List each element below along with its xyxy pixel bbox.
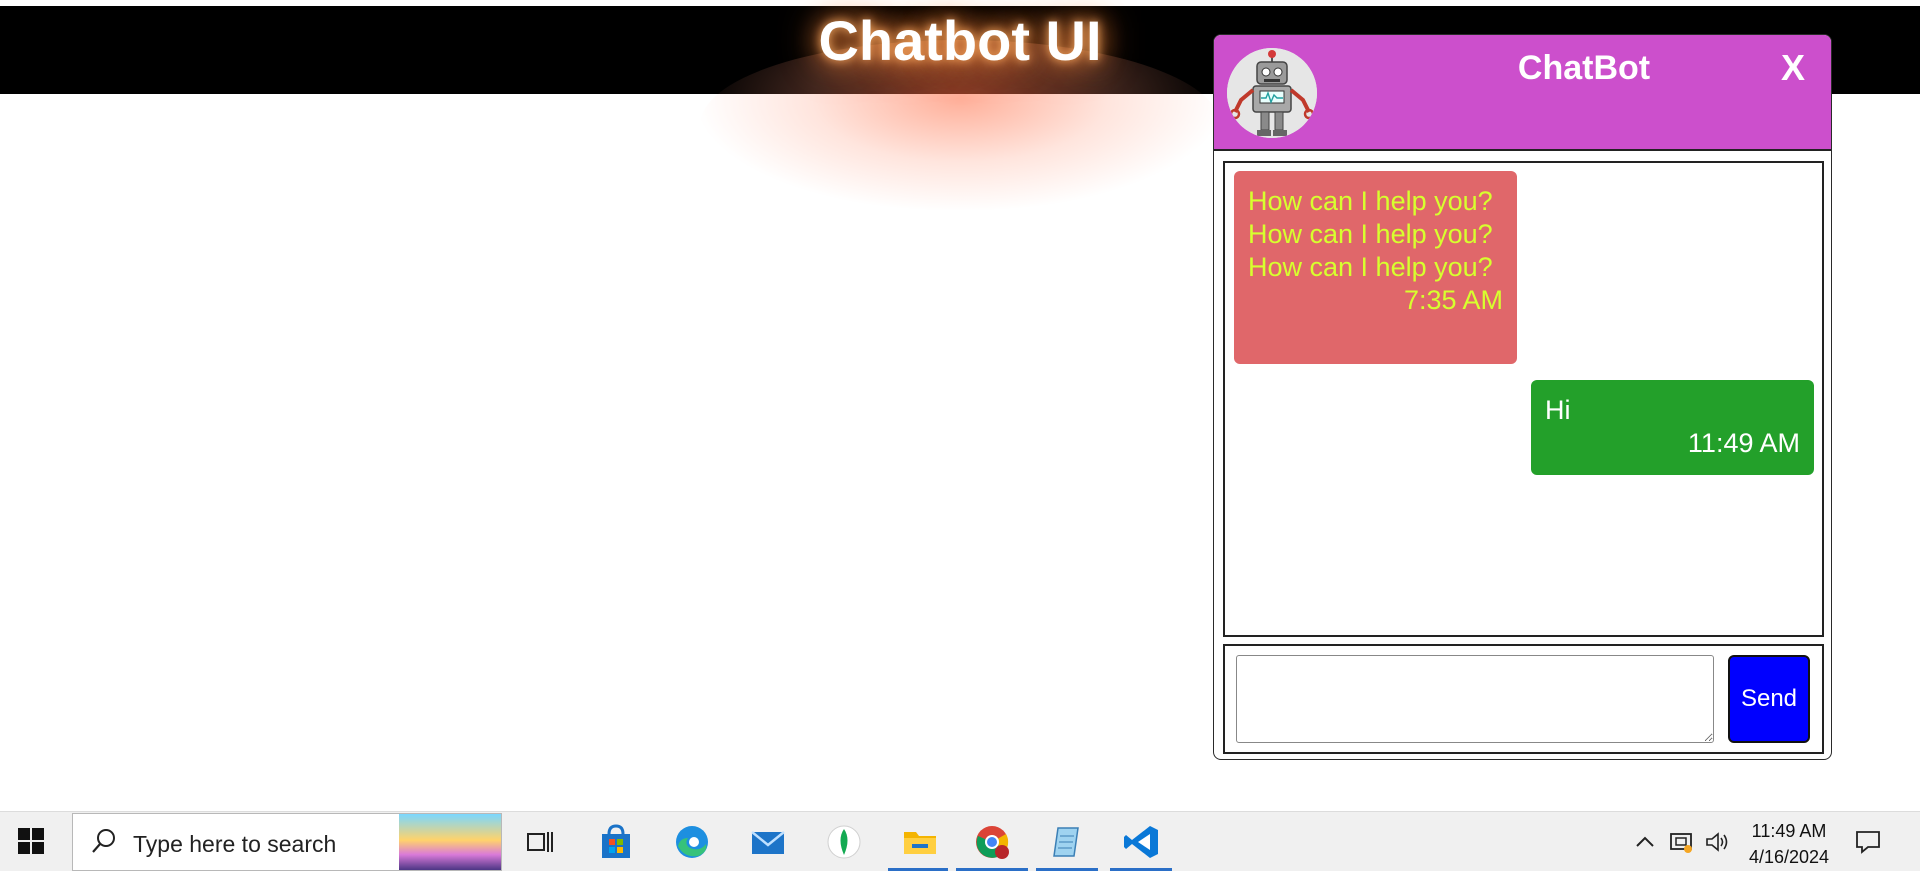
chat-header: ChatBot X [1214, 35, 1831, 151]
message-time: 7:35 AM [1403, 285, 1503, 315]
clock-date: 4/16/2024 [1748, 847, 1830, 867]
chrome-icon[interactable] [972, 822, 1012, 862]
chevron-up-icon[interactable] [1632, 829, 1658, 855]
user-message: Hi 11:49 AM [1531, 380, 1814, 475]
search-placeholder: Type here to search [133, 831, 337, 857]
search-icon [92, 829, 115, 853]
message-text: How can I help you? How can I help you? … [1248, 186, 1493, 282]
taskbar: Type here to search 11:49 AM 4/16/2024 [0, 811, 1920, 871]
task-view-icon[interactable] [520, 822, 560, 862]
page-title: Chatbot UI [818, 9, 1102, 72]
mongodb-compass-icon[interactable] [824, 822, 864, 862]
microsoft-store-icon[interactable] [596, 822, 636, 862]
notifications-icon[interactable] [1854, 828, 1882, 856]
robot-avatar-icon [1227, 48, 1317, 138]
chat-title: ChatBot [1517, 49, 1651, 87]
clock-time: 11:49 AM [1751, 821, 1827, 841]
message-input[interactable] [1236, 655, 1714, 743]
file-explorer-icon[interactable] [900, 822, 940, 862]
message-list[interactable]: How can I help you? How can I help you? … [1223, 161, 1824, 637]
windows-start-icon[interactable] [18, 828, 44, 854]
input-area: Send [1223, 644, 1824, 754]
search-highlight-image [399, 814, 501, 870]
network-icon[interactable] [1668, 829, 1694, 855]
close-button[interactable]: X [1781, 47, 1805, 89]
taskbar-clock[interactable]: 11:49 AM 4/16/2024 [1734, 818, 1844, 870]
taskbar-search-box[interactable]: Type here to search [72, 813, 502, 871]
edge-icon[interactable] [672, 822, 712, 862]
vscode-icon[interactable] [1122, 822, 1162, 862]
notepad-icon[interactable] [1048, 822, 1088, 862]
mail-icon[interactable] [748, 822, 788, 862]
bot-message: How can I help you? How can I help you? … [1234, 171, 1517, 364]
message-text: Hi [1545, 395, 1571, 425]
chat-window: ChatBot X How can I help you? How can I … [1213, 34, 1832, 760]
send-button[interactable]: Send [1728, 655, 1810, 743]
volume-icon[interactable] [1704, 829, 1730, 855]
message-time: 11:49 AM [1687, 428, 1800, 458]
